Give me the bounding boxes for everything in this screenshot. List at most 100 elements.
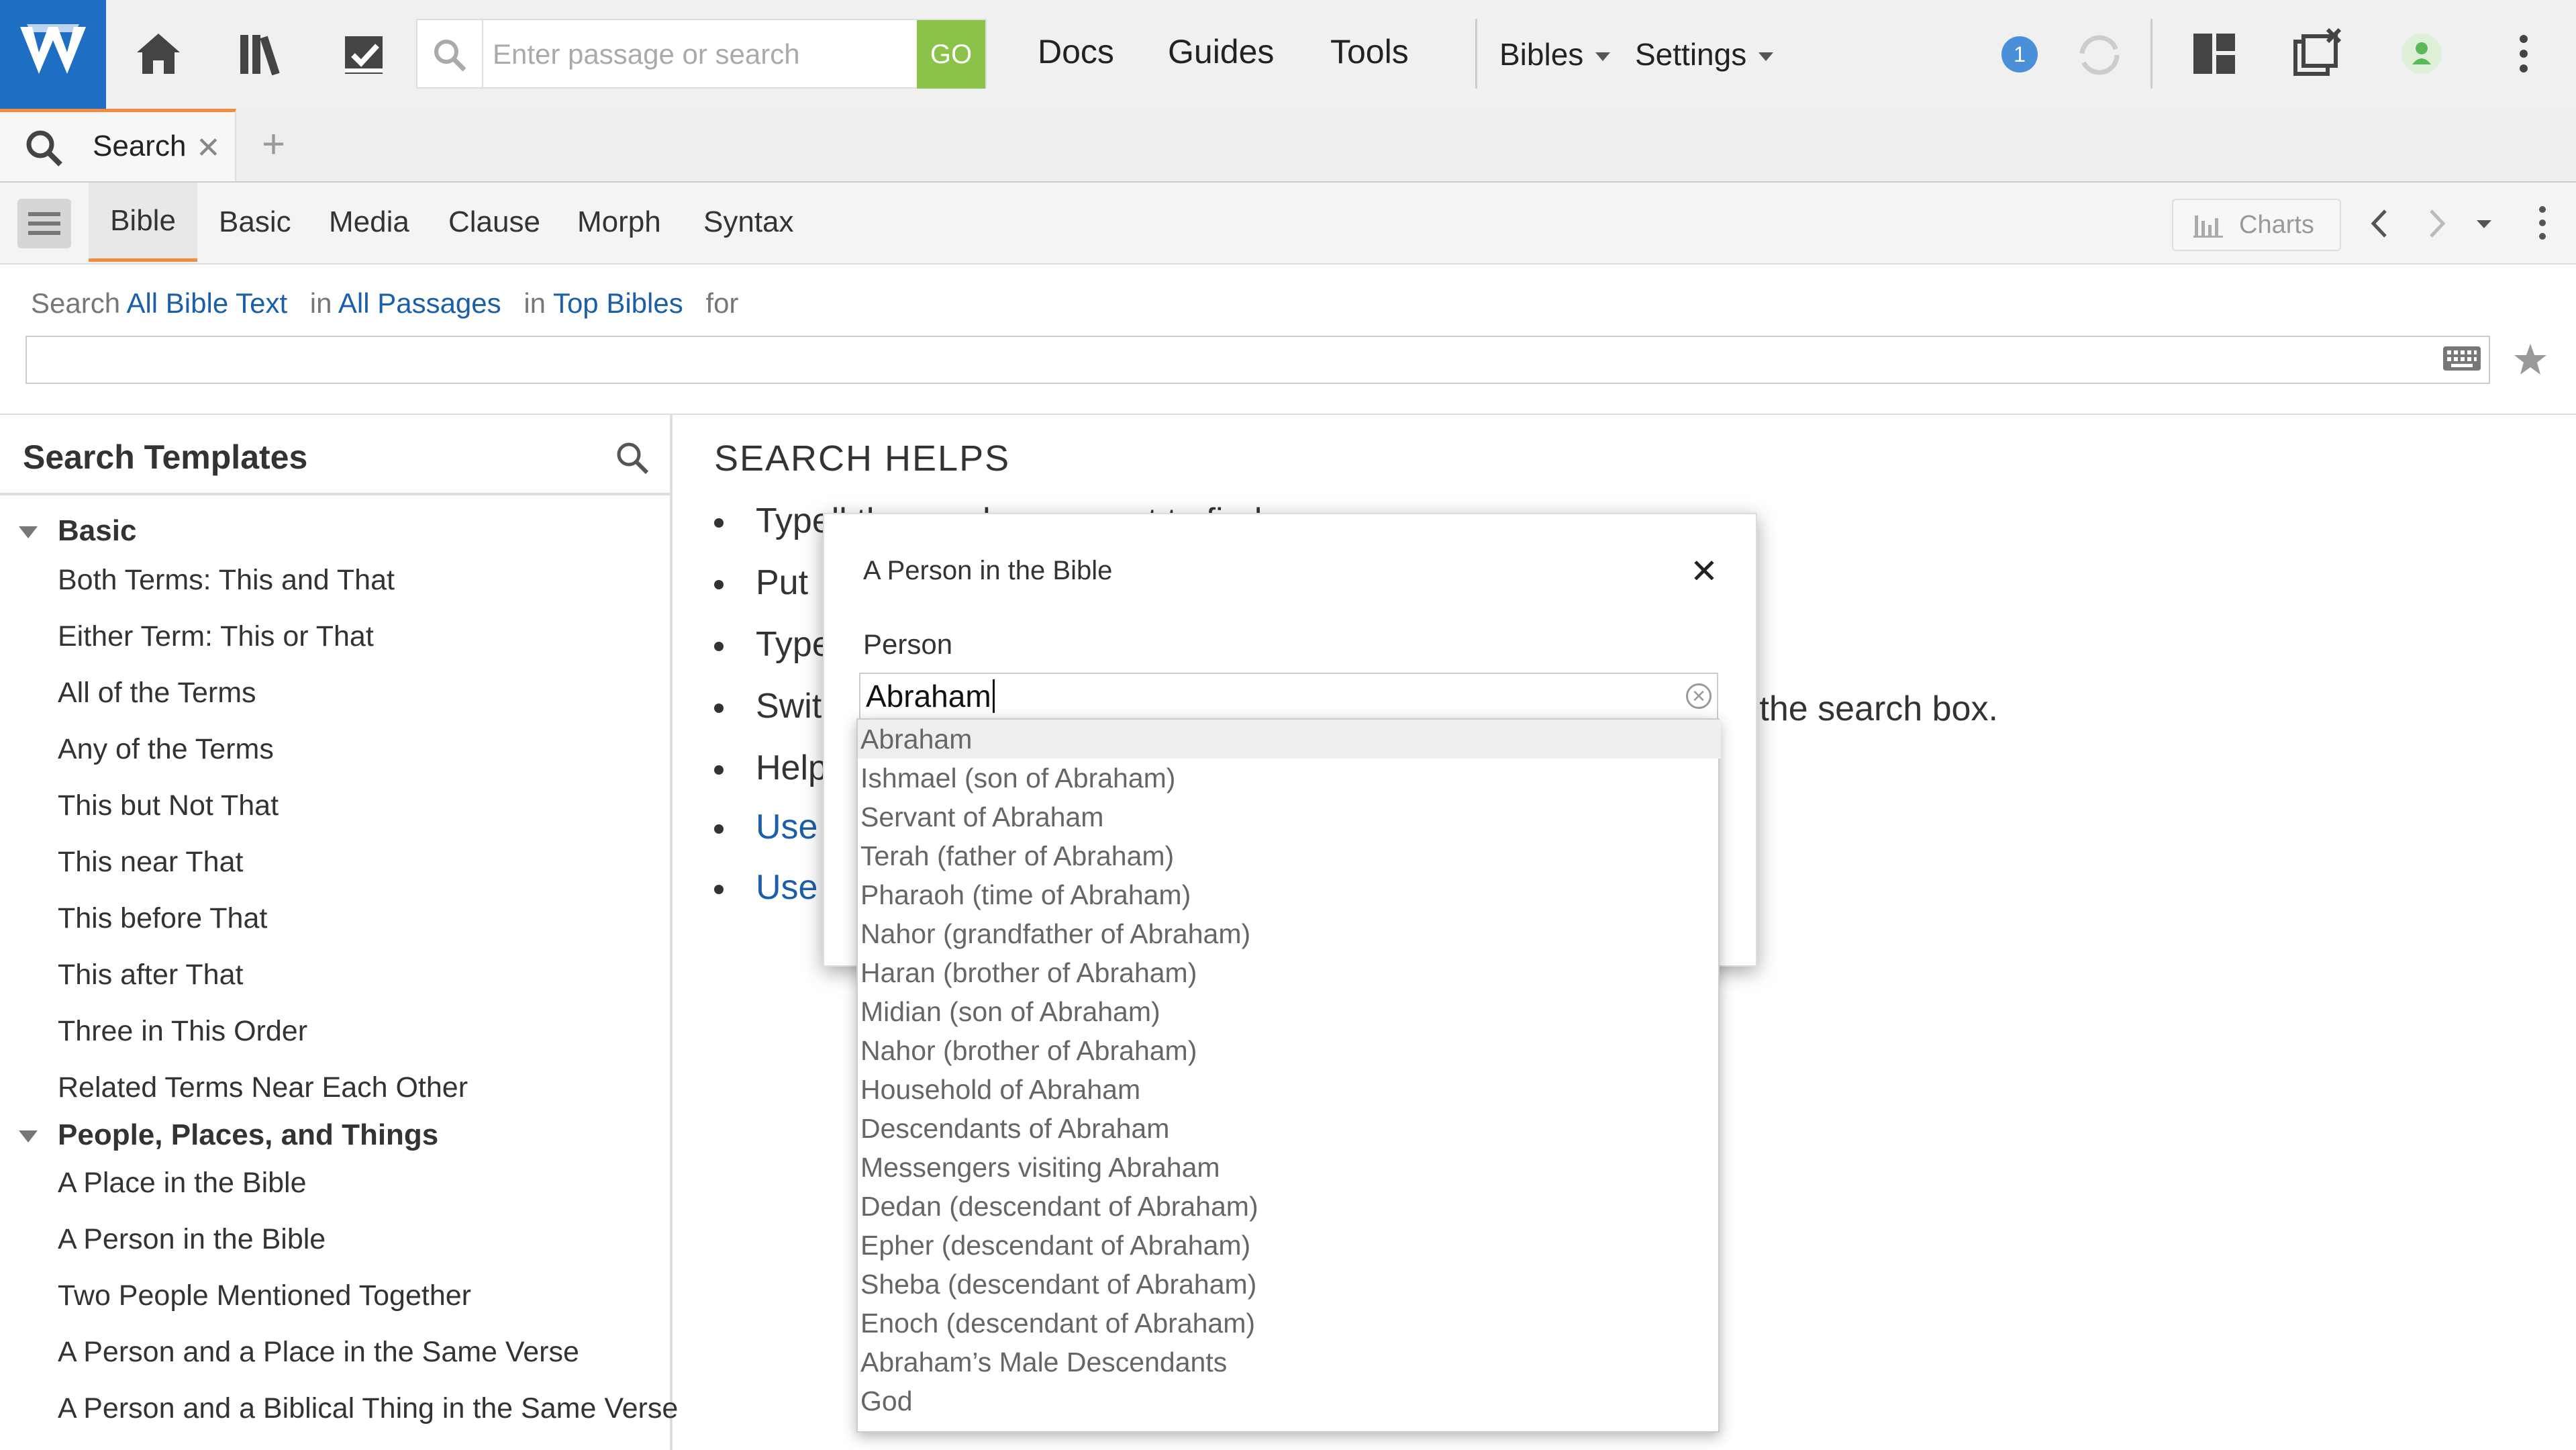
go-button[interactable]: GO bbox=[917, 20, 985, 89]
scope-where-link[interactable]: All Passages bbox=[338, 287, 501, 319]
suggestion-item[interactable]: Terah (father of Abraham) bbox=[858, 836, 1721, 875]
home-icon[interactable] bbox=[132, 27, 185, 81]
panel-menu-icon[interactable] bbox=[17, 199, 71, 248]
close-icon[interactable]: ✕ bbox=[1690, 552, 1718, 591]
charts-button[interactable]: Charts bbox=[2172, 199, 2341, 251]
suggestion-item[interactable]: Enoch (descendant of Abraham) bbox=[858, 1304, 1721, 1343]
template-item[interactable]: A Person and a Place in the Same Verse bbox=[58, 1336, 579, 1369]
help-link[interactable]: Use bbox=[714, 867, 818, 908]
help-link-text[interactable]: Use bbox=[756, 868, 818, 907]
tab-bible[interactable]: Bible bbox=[89, 183, 197, 262]
suggestion-item[interactable]: Household of Abraham bbox=[858, 1070, 1721, 1109]
suggestion-item[interactable]: Abraham bbox=[858, 720, 1721, 759]
help-link-text[interactable]: Use bbox=[756, 808, 818, 847]
scope-in-word: in bbox=[524, 287, 546, 319]
nav-tools[interactable]: Tools bbox=[1330, 32, 1409, 71]
search-templates-panel: Search Templates Basic Both Terms: This … bbox=[0, 415, 678, 1450]
bar-chart-icon bbox=[2193, 215, 2223, 238]
bibles-dropdown[interactable]: Bibles bbox=[1499, 36, 1611, 72]
search-templates-title: Search Templates bbox=[23, 438, 308, 476]
scope-which-link[interactable]: Top Bibles bbox=[553, 287, 683, 319]
suggestion-item[interactable]: Descendants of Abraham bbox=[858, 1109, 1721, 1148]
settings-dropdown[interactable]: Settings bbox=[1635, 36, 1774, 72]
keyboard-icon[interactable] bbox=[2442, 342, 2482, 375]
help-bullet: Put bbox=[714, 563, 808, 603]
suggestion-item[interactable]: Sheba (descendant of Abraham) bbox=[858, 1265, 1721, 1304]
help-text: Swit bbox=[756, 687, 822, 726]
template-item[interactable]: Two People Mentioned Together bbox=[58, 1279, 471, 1312]
layouts-icon[interactable] bbox=[2187, 27, 2240, 81]
person-input[interactable]: Abraham ✕ bbox=[859, 673, 1718, 720]
nav-guides[interactable]: Guides bbox=[1168, 32, 1274, 71]
sync-icon[interactable] bbox=[2073, 28, 2126, 82]
panel-tab-strip: Search ✕ + bbox=[0, 109, 2576, 183]
tab-syntax[interactable]: Syntax bbox=[703, 183, 794, 262]
template-item[interactable]: A Place in the Bible bbox=[58, 1167, 307, 1200]
caret-down-icon bbox=[1595, 52, 1611, 62]
suggestion-item[interactable]: Servant of Abraham bbox=[858, 798, 1721, 836]
reading-plan-icon[interactable] bbox=[338, 27, 392, 81]
back-icon[interactable] bbox=[2364, 207, 2397, 240]
suggestion-item[interactable]: Haran (brother of Abraham) bbox=[858, 953, 1721, 992]
star-icon[interactable] bbox=[2512, 341, 2549, 379]
template-item[interactable]: Both Terms: This and That bbox=[58, 564, 395, 597]
help-text: Put bbox=[756, 563, 809, 602]
forward-icon[interactable] bbox=[2419, 207, 2453, 240]
app-logo[interactable] bbox=[0, 0, 106, 109]
suggestion-item[interactable]: Nahor (brother of Abraham) bbox=[858, 1031, 1721, 1070]
template-item[interactable]: Related Terms Near Each Other bbox=[58, 1071, 468, 1104]
tab-search[interactable]: Search ✕ bbox=[0, 109, 236, 181]
search-icon bbox=[434, 40, 466, 72]
group-people-places-things[interactable]: People, Places, and Things bbox=[19, 1118, 438, 1152]
suggestion-item[interactable]: Dedan (descendant of Abraham) bbox=[858, 1187, 1721, 1226]
suggestion-item[interactable]: Messengers visiting Abraham bbox=[858, 1148, 1721, 1187]
tab-clause[interactable]: Clause bbox=[448, 183, 540, 262]
top-toolbar: GO Docs Guides Tools Bibles Settings 1 bbox=[0, 0, 2576, 110]
template-item[interactable]: This before That bbox=[58, 902, 267, 935]
template-item[interactable]: This near That bbox=[58, 846, 243, 879]
library-icon[interactable] bbox=[235, 27, 289, 81]
logos-logo-icon bbox=[20, 24, 86, 74]
history-dropdown-icon[interactable] bbox=[2474, 216, 2494, 232]
close-tab-icon[interactable]: ✕ bbox=[196, 131, 221, 165]
clear-input-icon[interactable]: ✕ bbox=[1686, 683, 1712, 709]
tab-basic[interactable]: Basic bbox=[219, 183, 291, 262]
suggestion-item[interactable]: Abraham’s Male Descendants bbox=[858, 1343, 1721, 1382]
person-input-value: Abraham bbox=[866, 679, 995, 713]
account-icon[interactable] bbox=[2395, 27, 2448, 81]
nav-docs[interactable]: Docs bbox=[1038, 32, 1114, 71]
suggestion-item[interactable]: Midian (son of Abraham) bbox=[858, 992, 1721, 1031]
help-text: Type bbox=[756, 501, 832, 540]
charts-label: Charts bbox=[2239, 210, 2314, 239]
suggestion-item[interactable]: God bbox=[858, 1382, 1721, 1420]
template-item[interactable]: Any of the Terms bbox=[58, 733, 274, 766]
caret-down-icon bbox=[1758, 52, 1774, 62]
tab-morph[interactable]: Morph bbox=[577, 183, 661, 262]
scope-search-word: Search bbox=[31, 287, 121, 319]
suggestion-item[interactable]: Pharaoh (time of Abraham) bbox=[858, 875, 1721, 914]
more-menu-icon[interactable] bbox=[2497, 27, 2550, 81]
passage-search-input[interactable] bbox=[491, 31, 924, 78]
help-text: Type bbox=[756, 625, 832, 664]
add-tab-icon[interactable]: + bbox=[262, 121, 285, 167]
template-item[interactable]: A Person and a Biblical Thing in the Sam… bbox=[58, 1392, 678, 1425]
bibles-label: Bibles bbox=[1499, 37, 1584, 72]
notification-badge[interactable]: 1 bbox=[2001, 36, 2038, 72]
help-link[interactable]: Use bbox=[714, 807, 818, 847]
search-icon[interactable] bbox=[613, 439, 651, 477]
suggestion-item[interactable]: Nahor (grandfather of Abraham) bbox=[858, 914, 1721, 953]
template-item[interactable]: This but Not That bbox=[58, 789, 279, 822]
template-item[interactable]: Three in This Order bbox=[58, 1015, 307, 1048]
panel-more-icon[interactable] bbox=[2529, 203, 2556, 243]
template-item[interactable]: A Person in the Bible bbox=[58, 1223, 326, 1256]
suggestion-item[interactable]: Ishmael (son of Abraham) bbox=[858, 759, 1721, 798]
group-basic[interactable]: Basic bbox=[19, 514, 136, 548]
suggestion-item[interactable]: Epher (descendant of Abraham) bbox=[858, 1226, 1721, 1265]
template-item[interactable]: This after That bbox=[58, 959, 243, 992]
scope-what-link[interactable]: All Bible Text bbox=[126, 287, 287, 319]
template-item[interactable]: All of the Terms bbox=[58, 677, 256, 710]
close-panels-icon[interactable] bbox=[2290, 27, 2344, 81]
search-query-input[interactable] bbox=[26, 336, 2490, 384]
template-item[interactable]: Either Term: This or That bbox=[58, 620, 374, 653]
tab-media[interactable]: Media bbox=[329, 183, 409, 262]
